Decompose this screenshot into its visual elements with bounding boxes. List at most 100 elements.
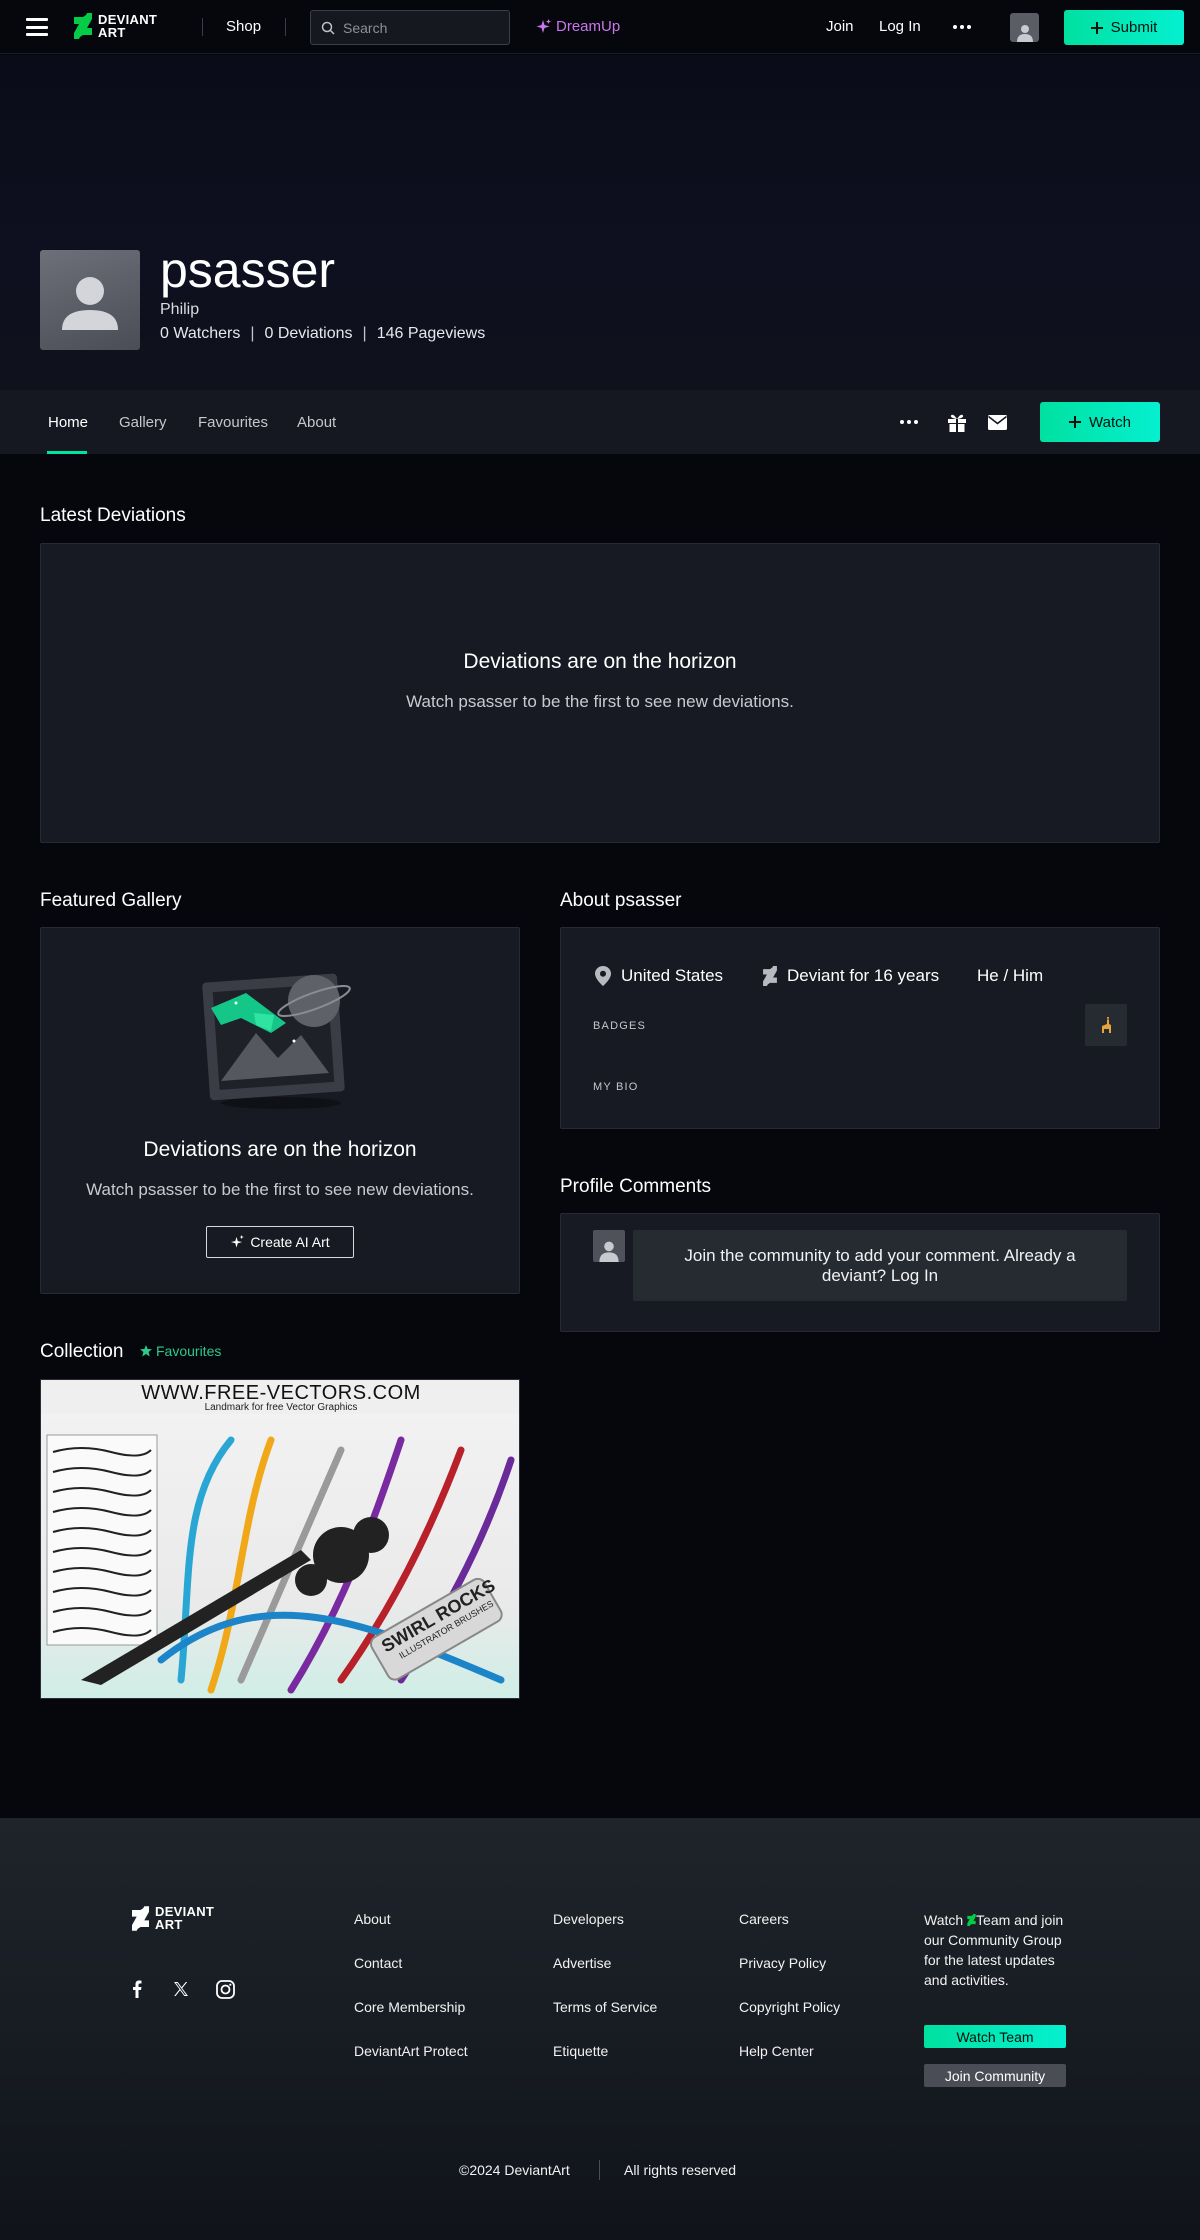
footer-watch-team-text: Watch Team and join our Community Group …: [924, 1910, 1064, 1990]
comment-join-prompt[interactable]: Join the community to add your comment. …: [633, 1230, 1127, 1301]
featured-empty-subtext: Watch psasser to be the first to see new…: [86, 1180, 474, 1199]
footer-wordmark-line2: ART: [155, 1917, 183, 1932]
stats-separator: |: [362, 325, 367, 342]
footer-link-careers[interactable]: Careers: [739, 1911, 789, 1927]
dreamup-label: DreamUp: [556, 18, 621, 35]
collection-title: Collection: [40, 1341, 124, 1362]
stats-separator: |: [250, 325, 255, 342]
latest-deviations-title: Latest Deviations: [40, 505, 186, 526]
footer-link-advertise[interactable]: Advertise: [553, 1955, 611, 1971]
location-pin-icon: [595, 966, 611, 986]
x-icon[interactable]: [173, 1981, 189, 2002]
watch-team-button[interactable]: Watch Team: [924, 2025, 1066, 2048]
sparkle-icon: [536, 19, 551, 33]
footer-link-privacy[interactable]: Privacy Policy: [739, 1955, 826, 1971]
profile-comments-panel: Join the community to add your comment. …: [560, 1213, 1160, 1332]
instagram-icon[interactable]: [216, 1980, 235, 2004]
nav-divider: [202, 18, 203, 36]
plus-icon: [1069, 416, 1082, 428]
latest-empty-subtext: Watch psasser to be the first to see new…: [406, 692, 794, 711]
bio-label: MY BIO: [593, 1081, 639, 1093]
about-title: About psasser: [560, 890, 682, 911]
user-icon: [1016, 25, 1033, 42]
more-dots-icon[interactable]: [900, 420, 918, 424]
footer-link-deviantart-protect[interactable]: DeviantArt Protect: [354, 2043, 468, 2059]
commenter-avatar: [593, 1230, 625, 1262]
featured-gallery-title: Featured Gallery: [40, 890, 182, 911]
search-box[interactable]: [310, 10, 510, 45]
footer-deviantart-logo[interactable]: DEVIANT ART: [132, 1905, 214, 1931]
join-community-button[interactable]: Join Community: [924, 2064, 1066, 2087]
hamburger-menu-icon[interactable]: [26, 18, 48, 36]
shop-link[interactable]: Shop: [226, 18, 261, 35]
user-icon: [599, 1241, 619, 1262]
active-tab-indicator: [47, 451, 87, 454]
deviations-count[interactable]: 0 Deviations: [264, 325, 352, 343]
gift-icon[interactable]: [947, 413, 967, 437]
footer-divider: [599, 2160, 600, 2180]
search-input[interactable]: [343, 19, 503, 36]
user-avatar-icon[interactable]: [1010, 13, 1039, 42]
nav-divider: [285, 18, 286, 36]
featured-empty-heading: Deviations are on the horizon: [143, 1138, 417, 1161]
copyright-text: ©2024 DeviantArt: [459, 2162, 570, 2178]
tab-favourites[interactable]: Favourites: [198, 414, 268, 431]
tab-about[interactable]: About: [297, 414, 336, 431]
latest-deviations-panel: Deviations are on the horizon Watch psas…: [40, 543, 1160, 843]
more-dots-icon[interactable]: [953, 25, 971, 29]
deviantart-logo-icon: [132, 1905, 149, 1931]
tenure-text: Deviant for 16 years: [787, 966, 940, 985]
logo-wordmark-line2: ART: [98, 25, 126, 40]
watch-button[interactable]: Watch: [1040, 402, 1160, 442]
star-icon: [140, 1345, 152, 1357]
tab-gallery[interactable]: Gallery: [119, 414, 167, 431]
swirl-brushes-artwork: [41, 1380, 519, 1698]
mail-icon[interactable]: [988, 415, 1007, 435]
llama-badge-icon[interactable]: [1085, 1004, 1127, 1046]
favourites-tag-label: Favourites: [156, 1343, 222, 1359]
search-icon: [321, 21, 335, 35]
latest-empty-heading: Deviations are on the horizon: [463, 650, 737, 673]
footer-link-terms[interactable]: Terms of Service: [553, 1999, 657, 2015]
submit-label: Submit: [1110, 19, 1158, 36]
footer-link-copyright-policy[interactable]: Copyright Policy: [739, 1999, 840, 2015]
login-link[interactable]: Log In: [879, 18, 921, 35]
comment-prompt-text: Join the community to add your comment. …: [684, 1245, 1076, 1285]
profile-stats: 0 Watchers | 0 Deviations | 146 Pageview…: [160, 325, 485, 343]
pageviews-count: 146 Pageviews: [376, 325, 486, 342]
facebook-icon[interactable]: [132, 1980, 142, 2003]
badges-label: BADGES: [593, 1020, 647, 1032]
favourites-tag[interactable]: Favourites: [140, 1343, 221, 1359]
sparkle-icon: [231, 1235, 245, 1248]
footer-link-developers[interactable]: Developers: [553, 1911, 624, 1927]
footer-link-about[interactable]: About: [354, 1911, 391, 1927]
deviantart-logo-icon: [763, 966, 777, 986]
watch-text-prefix: Watch: [924, 1912, 964, 1928]
rights-text: All rights reserved: [624, 2162, 737, 2178]
empty-gallery-illustration-icon: [202, 973, 351, 1109]
profile-comments-title: Profile Comments: [560, 1176, 711, 1197]
deviantart-logo[interactable]: DEVIANT ART: [74, 13, 157, 39]
join-link[interactable]: Join: [826, 18, 854, 35]
location-text: United States: [621, 966, 724, 985]
tab-home[interactable]: Home: [48, 414, 88, 431]
footer-link-contact[interactable]: Contact: [354, 1955, 402, 1971]
collection-thumbnail[interactable]: WWW.FREE-VECTORS.COM Landmark for free V…: [40, 1379, 520, 1699]
top-navigation: DEVIANT ART Shop DreamUp Join Log In Sub…: [0, 0, 1200, 54]
profile-avatar[interactable]: [40, 250, 140, 350]
submit-button[interactable]: Submit: [1064, 10, 1184, 45]
footer-link-help-center[interactable]: Help Center: [739, 2043, 814, 2059]
pronouns-text: He / Him: [977, 966, 1044, 985]
profile-username: psasser: [160, 242, 336, 298]
featured-gallery-panel: Deviations are on the horizon Watch psas…: [40, 927, 520, 1294]
about-pronouns: He / Him: [977, 966, 1043, 986]
watchers-count[interactable]: 0 Watchers: [160, 325, 240, 343]
footer-link-etiquette[interactable]: Etiquette: [553, 2043, 608, 2059]
create-ai-art-button[interactable]: Create AI Art: [206, 1226, 354, 1258]
thumb-subheader-text: Landmark for free Vector Graphics: [204, 1402, 358, 1413]
profile-tabs-bar: Home Gallery Favourites About Watch: [0, 390, 1200, 454]
dreamup-link[interactable]: DreamUp: [536, 18, 620, 35]
about-tenure: Deviant for 16 years: [763, 966, 939, 986]
comment-login-link[interactable]: Log In: [891, 1266, 938, 1285]
footer-link-core-membership[interactable]: Core Membership: [354, 1999, 465, 2015]
